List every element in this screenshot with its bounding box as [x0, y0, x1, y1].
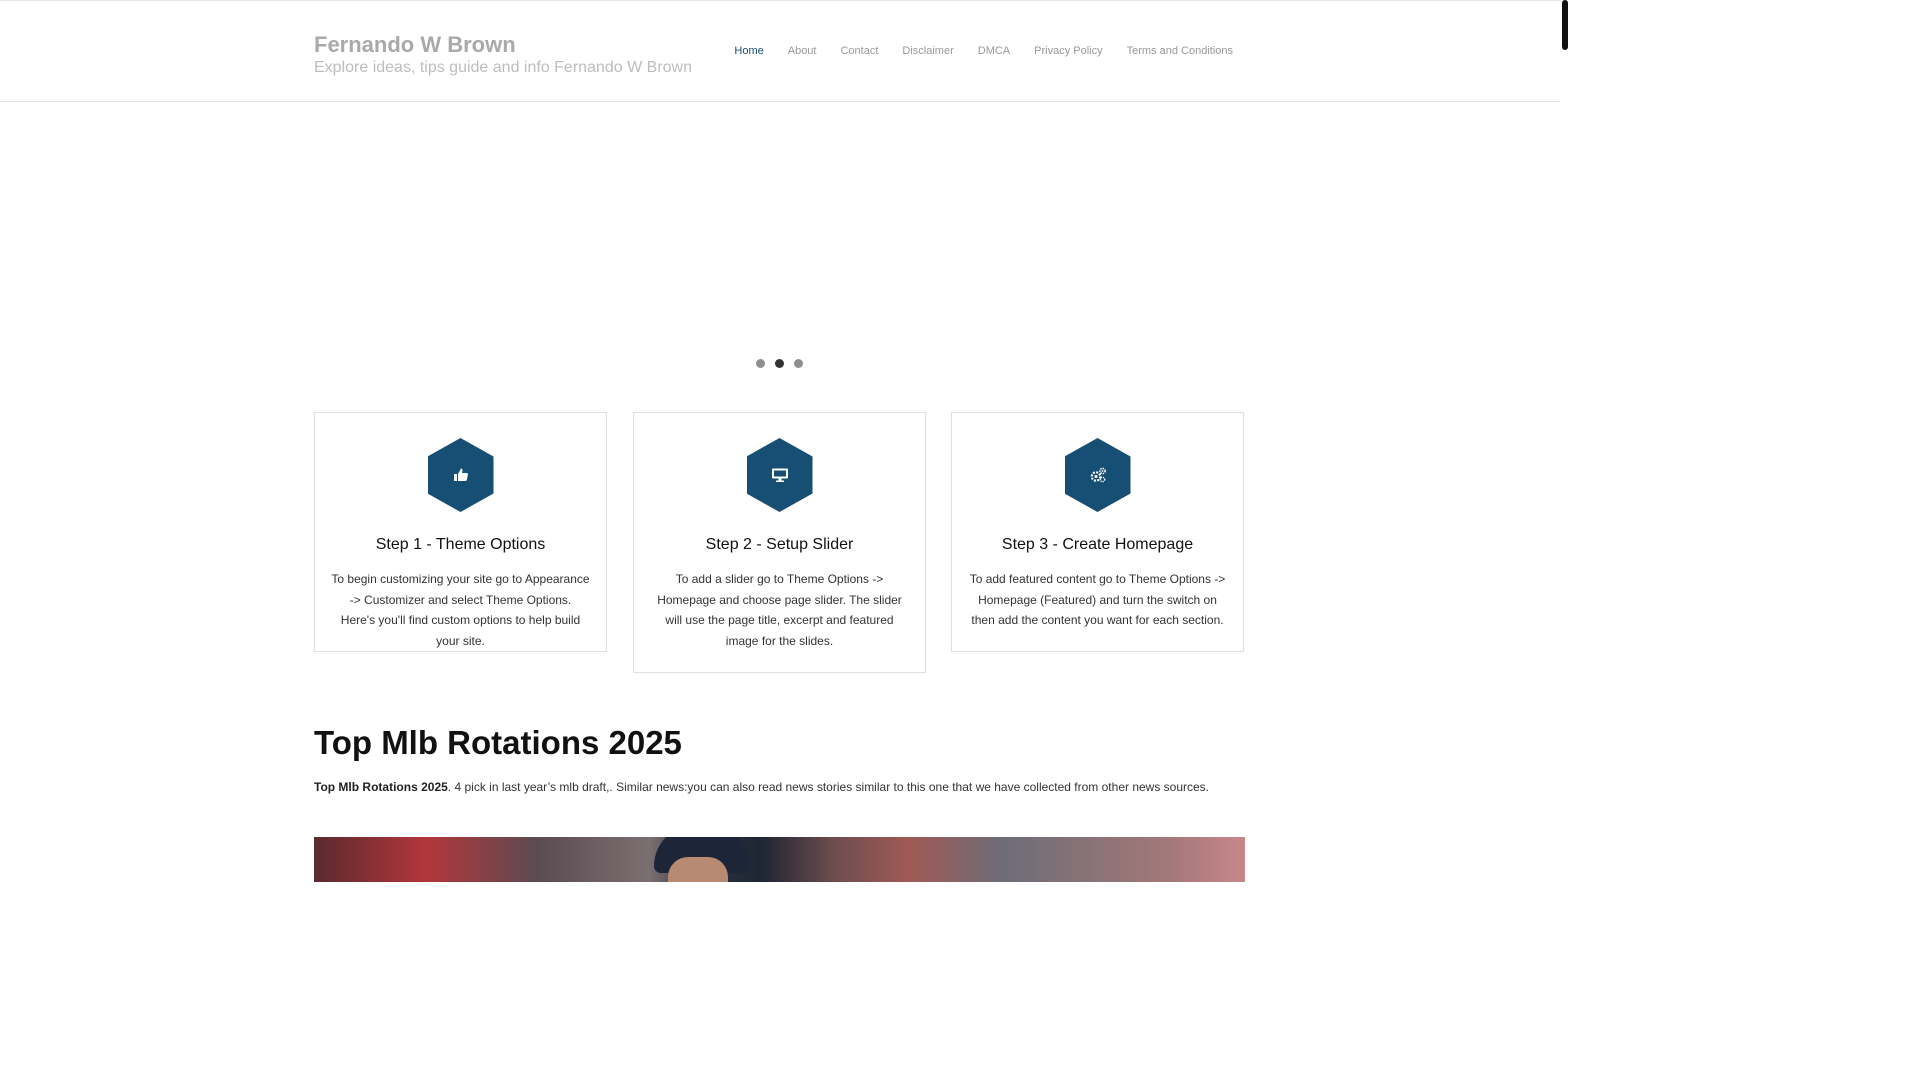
post-excerpt-text: . 4 pick in last year’s mlb draft,. Simi…	[447, 780, 1210, 794]
step-3-title: Step 3 - Create Homepage	[1001, 536, 1194, 553]
step-2-text: To add a slider go to Theme Options -> H…	[657, 572, 902, 648]
slider-dots	[756, 359, 803, 368]
desktop-icon	[746, 438, 813, 512]
nav-item-about[interactable]: About	[788, 45, 817, 57]
player-face	[668, 857, 728, 882]
slider-dot-1[interactable]	[756, 359, 765, 368]
thumbs-up-icon	[427, 438, 494, 512]
site-title[interactable]: Fernando W Brown	[314, 32, 516, 58]
step-1-text: To begin customizing your site go to App…	[331, 572, 590, 648]
site-tagline: Explore ideas, tips guide and info Ferna…	[314, 59, 692, 76]
scrollbar-thumb[interactable]	[1562, 0, 1568, 50]
nav-item-disclaimer[interactable]: Disclaimer	[902, 45, 953, 57]
post-excerpt: Top Mlb Rotations 2025. 4 pick in last y…	[314, 780, 1245, 794]
nav-item-dmca[interactable]: DMCA	[978, 45, 1010, 57]
nav-item-contact[interactable]: Contact	[840, 45, 878, 57]
main-nav: Home About Contact Disclaimer DMCA Priva…	[710, 45, 1233, 57]
post-featured-image[interactable]	[314, 837, 1245, 882]
slider-dot-2[interactable]	[775, 359, 784, 368]
nav-item-home[interactable]: Home	[734, 45, 763, 57]
step-1-title: Step 1 - Theme Options	[375, 536, 546, 553]
nav-item-privacy-policy[interactable]: Privacy Policy	[1034, 45, 1102, 57]
step-3-text: To add featured content go to Theme Opti…	[969, 572, 1226, 628]
nav-item-terms[interactable]: Terms and Conditions	[1127, 45, 1233, 57]
step-card-1: Step 1 - Theme Options To begin customiz…	[314, 412, 607, 652]
slider-dot-3[interactable]	[794, 359, 803, 368]
step-card-3: Step 3 - Create Homepage To add featured…	[951, 412, 1244, 652]
post-excerpt-bold: Top Mlb Rotations 2025	[314, 780, 448, 794]
hero-slider	[314, 102, 1245, 342]
step-card-2: Step 2 - Setup Slider To add a slider go…	[633, 412, 926, 673]
site-header: Fernando W Brown Explore ideas, tips gui…	[0, 1, 1560, 102]
post-title[interactable]: Top Mlb Rotations 2025	[314, 724, 682, 762]
step-2-title: Step 2 - Setup Slider	[705, 536, 854, 553]
gears-icon	[1064, 438, 1131, 512]
